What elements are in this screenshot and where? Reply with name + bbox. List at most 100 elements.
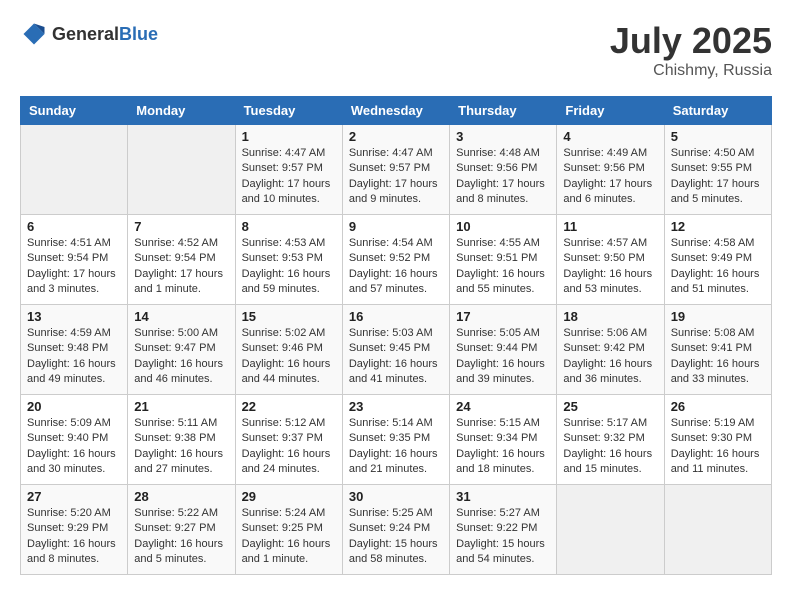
calendar-cell: 1 Sunrise: 4:47 AM Sunset: 9:57 PM Daylig… [235, 125, 342, 215]
calendar-cell: 19Sunrise: 5:08 AM Sunset: 9:41 PM Dayli… [664, 305, 771, 395]
day-number: 7 [134, 219, 228, 234]
calendar-cell: 4 Sunrise: 4:49 AM Sunset: 9:56 PM Daylig… [557, 125, 664, 215]
calendar-cell: 27 Sunrise: 5:20 AM Sunset: 9:29 PM Dayli… [21, 485, 128, 575]
day-number: 24 [456, 399, 550, 414]
day-info: Sunrise: 5:17 AM Sunset: 9:32 PM Dayligh… [563, 416, 657, 478]
calendar-cell: 16 Sunrise: 5:03 AM Sunset: 9:45 PM Dayli… [342, 305, 449, 395]
calendar-cell: 9 Sunrise: 4:54 AM Sunset: 9:52 PM Daylig… [342, 215, 449, 305]
calendar-table: SundayMondayTuesdayWednesdayThursdayFrid… [20, 96, 772, 575]
day-info: Sunrise: 4:55 AM Sunset: 9:51 PM Dayligh… [456, 236, 550, 298]
calendar-cell: 21Sunrise: 5:11 AM Sunset: 9:38 PM Dayli… [128, 395, 235, 485]
weekday-monday: Monday [128, 97, 235, 125]
calendar-cell: 6 Sunrise: 4:51 AM Sunset: 9:54 PM Daylig… [21, 215, 128, 305]
logo: GeneralBlue [20, 20, 158, 48]
calendar-cell: 18 Sunrise: 5:06 AM Sunset: 9:42 PM Dayli… [557, 305, 664, 395]
day-info: Sunrise: 5:20 AM Sunset: 9:29 PM Dayligh… [27, 506, 121, 568]
day-number: 27 [27, 489, 121, 504]
day-info: Sunrise: 4:47 AM Sunset: 9:57 PM Dayligh… [349, 146, 443, 208]
logo-icon [20, 20, 48, 48]
day-info: Sunrise: 4:54 AM Sunset: 9:52 PM Dayligh… [349, 236, 443, 298]
weekday-tuesday: Tuesday [235, 97, 342, 125]
day-info: Sunrise: 5:03 AM Sunset: 9:45 PM Dayligh… [349, 326, 443, 388]
day-number: 26 [671, 399, 765, 414]
calendar-location: Chishmy, Russia [610, 62, 772, 80]
day-info: Sunrise: 4:59 AM Sunset: 9:48 PM Dayligh… [27, 326, 121, 388]
day-number: 9 [349, 219, 443, 234]
calendar-cell: 3 Sunrise: 4:48 AM Sunset: 9:56 PM Daylig… [450, 125, 557, 215]
day-info: Sunrise: 5:09 AM Sunset: 9:40 PM Dayligh… [27, 416, 121, 478]
day-info: Sunrise: 5:12 AM Sunset: 9:37 PM Dayligh… [242, 416, 336, 478]
day-info: Sunrise: 5:00 AM Sunset: 9:47 PM Dayligh… [134, 326, 228, 388]
calendar-cell: 22 Sunrise: 5:12 AM Sunset: 9:37 PM Dayli… [235, 395, 342, 485]
day-number: 8 [242, 219, 336, 234]
page-header: GeneralBlue July 2025 Chishmy, Russia [20, 20, 772, 80]
calendar-title: July 2025 [610, 20, 772, 62]
calendar-cell [664, 485, 771, 575]
calendar-cell: 8 Sunrise: 4:53 AM Sunset: 9:53 PM Daylig… [235, 215, 342, 305]
day-info: Sunrise: 4:58 AM Sunset: 9:49 PM Dayligh… [671, 236, 765, 298]
day-info: Sunrise: 4:48 AM Sunset: 9:56 PM Dayligh… [456, 146, 550, 208]
calendar-cell: 2 Sunrise: 4:47 AM Sunset: 9:57 PM Daylig… [342, 125, 449, 215]
logo-general: General [52, 24, 119, 44]
calendar-body: 1 Sunrise: 4:47 AM Sunset: 9:57 PM Daylig… [21, 125, 772, 575]
day-info: Sunrise: 4:53 AM Sunset: 9:53 PM Dayligh… [242, 236, 336, 298]
day-number: 10 [456, 219, 550, 234]
calendar-cell [557, 485, 664, 575]
day-info: Sunrise: 5:06 AM Sunset: 9:42 PM Dayligh… [563, 326, 657, 388]
day-number: 28 [134, 489, 228, 504]
day-number: 22 [242, 399, 336, 414]
day-info: Sunrise: 4:49 AM Sunset: 9:56 PM Dayligh… [563, 146, 657, 208]
day-info: Sunrise: 5:22 AM Sunset: 9:27 PM Dayligh… [134, 506, 228, 568]
calendar-cell: 30 Sunrise: 5:25 AM Sunset: 9:24 PM Dayli… [342, 485, 449, 575]
day-number: 29 [242, 489, 336, 504]
week-row-5: 27 Sunrise: 5:20 AM Sunset: 9:29 PM Dayli… [21, 485, 772, 575]
calendar-cell: 14 Sunrise: 5:00 AM Sunset: 9:47 PM Dayli… [128, 305, 235, 395]
day-number: 31 [456, 489, 550, 504]
day-number: 25 [563, 399, 657, 414]
day-info: Sunrise: 5:24 AM Sunset: 9:25 PM Dayligh… [242, 506, 336, 568]
day-number: 14 [134, 309, 228, 324]
day-info: Sunrise: 5:05 AM Sunset: 9:44 PM Dayligh… [456, 326, 550, 388]
day-number: 3 [456, 129, 550, 144]
weekday-friday: Friday [557, 97, 664, 125]
day-info: Sunrise: 5:19 AM Sunset: 9:30 PM Dayligh… [671, 416, 765, 478]
calendar-cell: 20Sunrise: 5:09 AM Sunset: 9:40 PM Dayli… [21, 395, 128, 485]
week-row-3: 13Sunrise: 4:59 AM Sunset: 9:48 PM Dayli… [21, 305, 772, 395]
weekday-header-row: SundayMondayTuesdayWednesdayThursdayFrid… [21, 97, 772, 125]
calendar-cell: 17 Sunrise: 5:05 AM Sunset: 9:44 PM Dayli… [450, 305, 557, 395]
day-info: Sunrise: 5:25 AM Sunset: 9:24 PM Dayligh… [349, 506, 443, 568]
day-number: 17 [456, 309, 550, 324]
day-info: Sunrise: 4:50 AM Sunset: 9:55 PM Dayligh… [671, 146, 765, 208]
day-number: 6 [27, 219, 121, 234]
calendar-cell: 24 Sunrise: 5:15 AM Sunset: 9:34 PM Dayli… [450, 395, 557, 485]
calendar-cell [128, 125, 235, 215]
day-number: 4 [563, 129, 657, 144]
day-info: Sunrise: 4:52 AM Sunset: 9:54 PM Dayligh… [134, 236, 228, 298]
calendar-cell: 11 Sunrise: 4:57 AM Sunset: 9:50 PM Dayli… [557, 215, 664, 305]
day-number: 18 [563, 309, 657, 324]
calendar-cell [21, 125, 128, 215]
calendar-cell: 25 Sunrise: 5:17 AM Sunset: 9:32 PM Dayli… [557, 395, 664, 485]
day-number: 1 [242, 129, 336, 144]
calendar-cell: 13Sunrise: 4:59 AM Sunset: 9:48 PM Dayli… [21, 305, 128, 395]
day-number: 2 [349, 129, 443, 144]
day-number: 30 [349, 489, 443, 504]
calendar-cell: 23Sunrise: 5:14 AM Sunset: 9:35 PM Dayli… [342, 395, 449, 485]
calendar-cell: 10 Sunrise: 4:55 AM Sunset: 9:51 PM Dayli… [450, 215, 557, 305]
weekday-thursday: Thursday [450, 97, 557, 125]
day-info: Sunrise: 4:57 AM Sunset: 9:50 PM Dayligh… [563, 236, 657, 298]
day-info: Sunrise: 5:27 AM Sunset: 9:22 PM Dayligh… [456, 506, 550, 568]
day-info: Sunrise: 4:51 AM Sunset: 9:54 PM Dayligh… [27, 236, 121, 298]
day-number: 11 [563, 219, 657, 234]
day-info: Sunrise: 4:47 AM Sunset: 9:57 PM Dayligh… [242, 146, 336, 208]
calendar-cell: 29 Sunrise: 5:24 AM Sunset: 9:25 PM Dayli… [235, 485, 342, 575]
day-number: 21 [134, 399, 228, 414]
day-number: 15 [242, 309, 336, 324]
calendar-cell: 12Sunrise: 4:58 AM Sunset: 9:49 PM Dayli… [664, 215, 771, 305]
day-info: Sunrise: 5:15 AM Sunset: 9:34 PM Dayligh… [456, 416, 550, 478]
calendar-header: SundayMondayTuesdayWednesdayThursdayFrid… [21, 97, 772, 125]
day-number: 16 [349, 309, 443, 324]
week-row-4: 20Sunrise: 5:09 AM Sunset: 9:40 PM Dayli… [21, 395, 772, 485]
weekday-saturday: Saturday [664, 97, 771, 125]
calendar-cell: 31 Sunrise: 5:27 AM Sunset: 9:22 PM Dayli… [450, 485, 557, 575]
